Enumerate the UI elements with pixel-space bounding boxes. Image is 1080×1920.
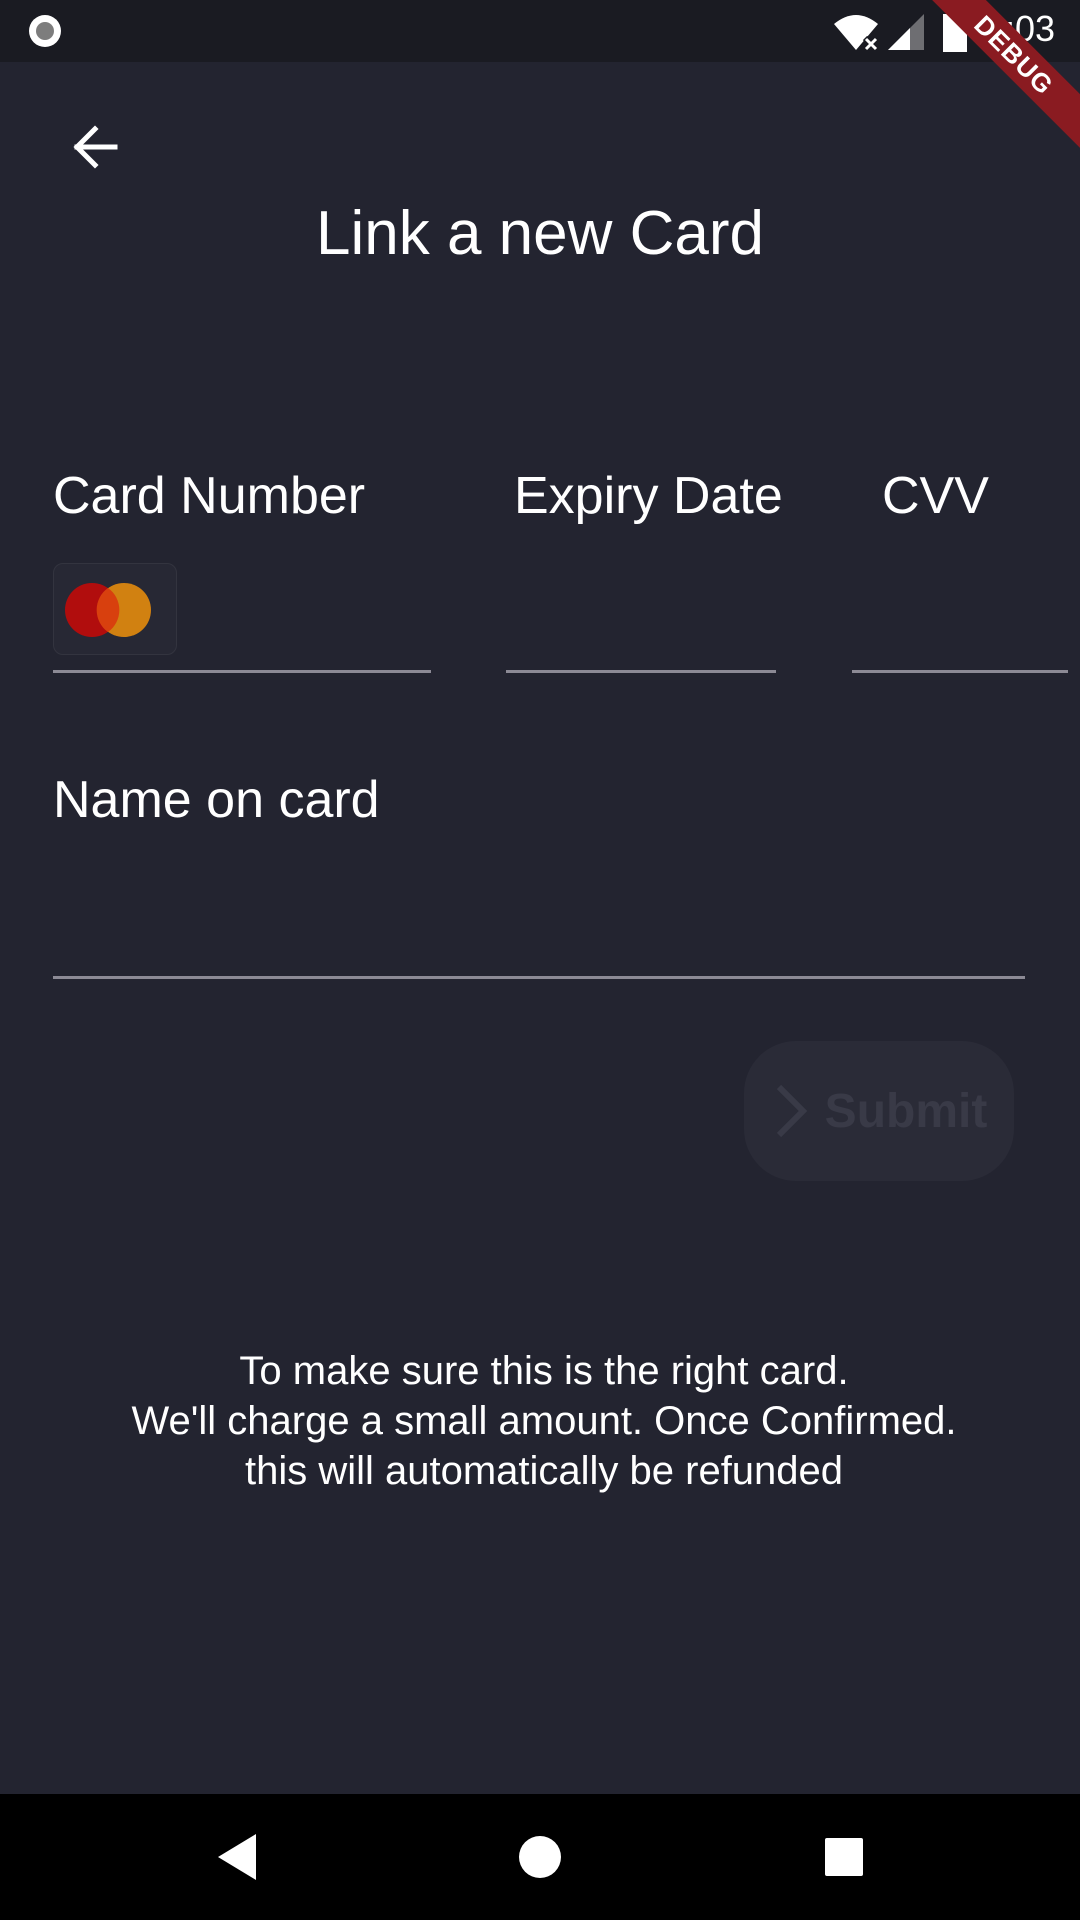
page-title: Link a new Card — [315, 199, 765, 268]
system-nav-bar — [0, 1794, 1080, 1920]
record-icon — [29, 15, 61, 47]
submit-button[interactable]: Submit — [744, 1041, 1014, 1181]
cvv-label: CVV — [882, 467, 989, 525]
nav-recents-icon[interactable] — [811, 1824, 877, 1890]
card-number-input[interactable] — [53, 560, 431, 673]
submit-label: Submit — [824, 1084, 988, 1138]
nav-back-icon[interactable] — [206, 1824, 272, 1890]
status-bar: 6:03 DEBUG — [0, 0, 1080, 161]
screen: 6:03 DEBUG Link a new Card Card Number E… — [0, 0, 1080, 1920]
mastercard-icon — [65, 583, 151, 637]
info-line: this will automatically be refunded — [244, 1449, 844, 1493]
wifi-icon — [834, 15, 880, 52]
signal-icon — [888, 14, 924, 50]
back-button[interactable] — [60, 112, 130, 182]
info-line: We'll charge a small amount. Once Confir… — [131, 1399, 957, 1443]
nav-home-icon[interactable] — [507, 1824, 573, 1890]
card-number-label: Card Number — [53, 467, 366, 525]
info-text: To make sure this is the right card. We'… — [0, 1346, 1080, 1496]
expiry-date-input[interactable] — [506, 560, 776, 673]
name-on-card-label: Name on card — [53, 771, 380, 829]
card-brand-badge — [53, 563, 177, 655]
expiry-date-label: Expiry Date — [514, 467, 783, 525]
info-line: To make sure this is the right card. — [239, 1349, 849, 1393]
name-on-card-input[interactable] — [53, 870, 1025, 979]
arrow-left-icon — [73, 125, 118, 169]
cvv-input[interactable] — [852, 560, 1068, 673]
chevron-right-icon — [776, 1084, 807, 1138]
